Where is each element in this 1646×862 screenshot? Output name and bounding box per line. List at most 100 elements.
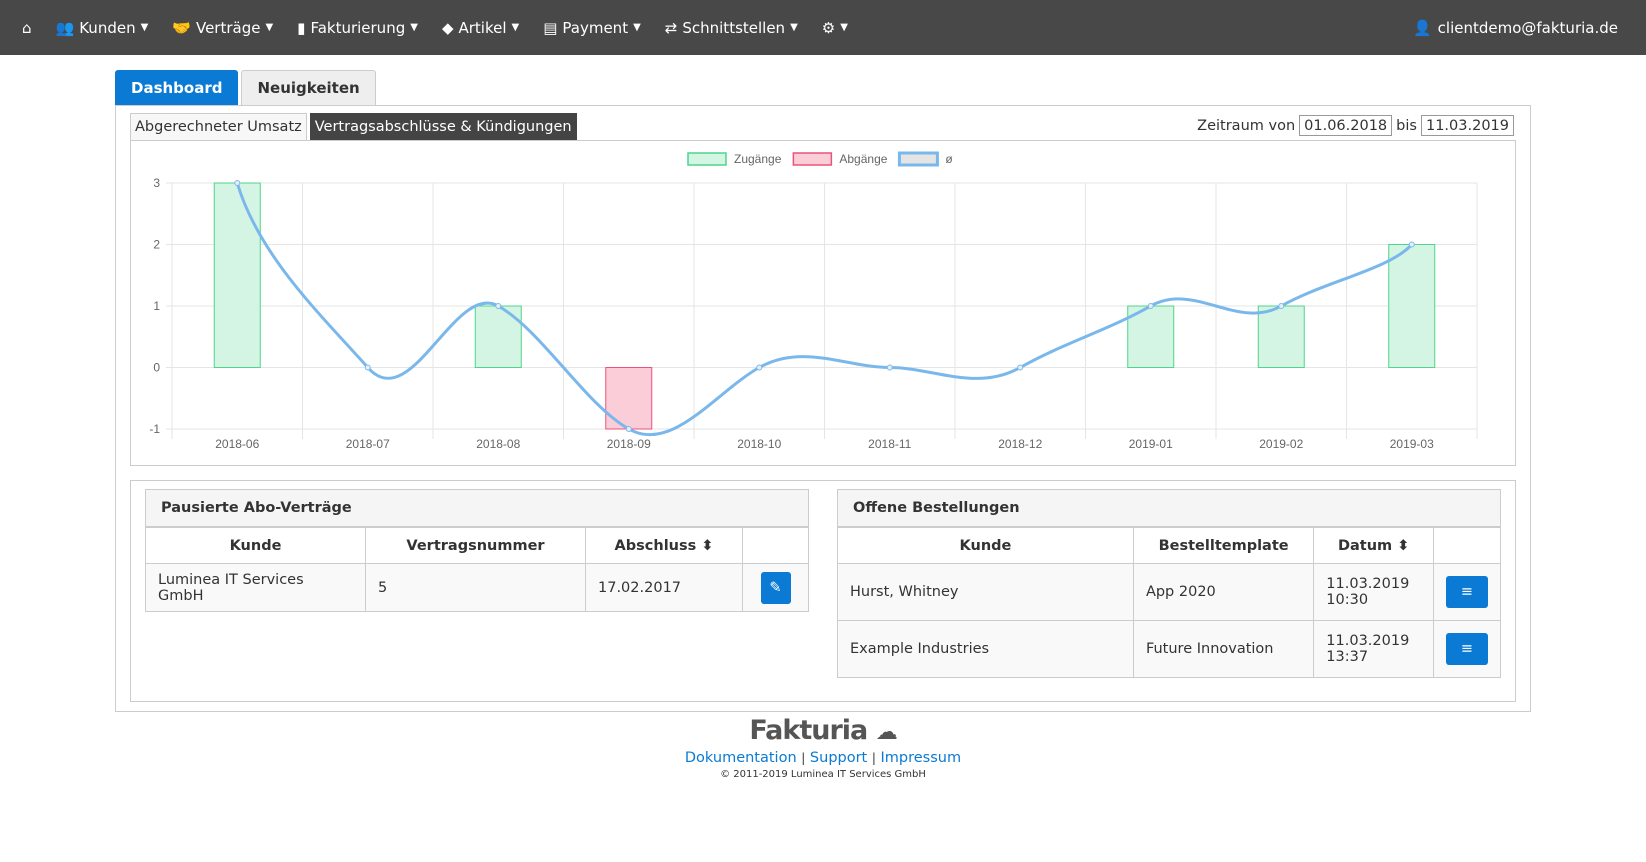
caret-down-icon: ▼ xyxy=(410,22,418,33)
x-tick-label: 2018-11 xyxy=(868,437,911,451)
chart-container: 3 2 1 0 -1 2018-06 2018-07 2018-08 2018-09 2018-1… xyxy=(130,140,1516,466)
caret-down-icon: ▼ xyxy=(265,22,274,33)
cell-datum: 11.03.2019 13:37 xyxy=(1313,620,1434,678)
date-from-input[interactable]: 01.06.2018 xyxy=(1299,115,1393,136)
card-title: Pausierte Abo-Verträge xyxy=(145,489,809,527)
home-icon[interactable]: ⌂ xyxy=(22,19,32,37)
table-row: Example Industries Future Innovation 11.03… xyxy=(837,620,1501,678)
x-tick-label: 2019-02 xyxy=(1259,437,1303,451)
users-icon: 👥 xyxy=(55,18,75,37)
caret-down-icon: ▼ xyxy=(840,22,848,33)
y-tick-label: 1 xyxy=(153,299,160,313)
y-tick-label: 2 xyxy=(153,238,160,252)
y-tick-label: 0 xyxy=(153,361,160,375)
cell-template: App 2020 xyxy=(1132,563,1315,621)
date-to-input[interactable]: 11.03.2019 xyxy=(1420,115,1514,136)
col-abschluss-sort[interactable]: Abschluss ⬍ xyxy=(585,527,743,564)
table-row: Luminea IT Services GmbH 5 17.02.2017 ✎ xyxy=(145,563,809,612)
bar-Zugänge xyxy=(213,182,261,368)
nav-vertraege[interactable]: 🤝 Verträge ▼ xyxy=(172,19,273,37)
nav-settings[interactable]: ⚙ ▼ xyxy=(822,19,848,37)
cell-kunde: Example Industries xyxy=(837,620,1134,678)
cell-template: Future Innovation xyxy=(1132,620,1315,678)
bar-Zugänge xyxy=(1257,305,1305,368)
contracts-chart: 3 2 1 0 -1 2018-06 2018-07 2018-08 2018-09 2018-1… xyxy=(149,151,1478,451)
cell-vertragsnummer: 5 xyxy=(365,563,586,612)
tags-icon: ◆ xyxy=(441,18,454,37)
cell-kunde: Hurst, Whitney xyxy=(837,563,1134,621)
caret-down-icon: ▼ xyxy=(140,22,149,33)
date-range: Zeitraum von 01.06.2018 bis 11.03.2019 xyxy=(1197,115,1514,136)
col-actions xyxy=(742,527,809,564)
link-support[interactable]: Support xyxy=(810,750,867,766)
edit-icon: ✎ xyxy=(769,579,782,596)
open-orders-card: Offene Bestellungen Kunde Bestelltemplate… xyxy=(837,489,1501,678)
x-tick-label: 2018-07 xyxy=(346,437,390,451)
caret-down-icon: ▼ xyxy=(633,22,641,33)
col-bestelltemplate: Bestelltemplate xyxy=(1132,527,1315,564)
y-tick-label: -1 xyxy=(149,422,160,436)
line-point xyxy=(495,303,502,309)
subtab-vertragsabschluesse[interactable]: Vertragsabschlüsse & Kündigungen xyxy=(309,113,577,140)
x-tick-label: 2018-08 xyxy=(476,437,520,451)
credit-card-icon: ▤ xyxy=(543,18,558,37)
copyright: © 2011-2019 Luminea IT Services GmbH xyxy=(720,769,926,780)
legend-label: ø xyxy=(945,152,953,166)
list-icon: ≡ xyxy=(1460,641,1474,657)
user-menu[interactable]: 👤 clientdemo@fakturia.de xyxy=(1413,0,1618,55)
paused-contracts-card: Pausierte Abo-Verträge Kunde Vertragsnumm… xyxy=(145,489,809,612)
cell-kunde: Luminea IT Services GmbH xyxy=(145,563,366,612)
line-point xyxy=(1147,303,1154,309)
handshake-icon: 🤝 xyxy=(172,18,191,37)
legend-swatch xyxy=(687,152,727,166)
user-icon: 👤 xyxy=(1412,18,1432,37)
cloud-printer-icon: ☁ xyxy=(875,720,898,745)
nav-fakturierung[interactable]: ▮ Fakturierung ▼ xyxy=(297,19,418,37)
caret-down-icon: ▼ xyxy=(790,22,798,33)
book-icon: ▮ xyxy=(297,18,306,37)
link-dokumentation[interactable]: Dokumentation xyxy=(685,750,797,766)
line-point xyxy=(1408,241,1415,248)
x-tick-label: 2018-12 xyxy=(998,437,1042,451)
subtab-umsatz[interactable]: Abgerechneter Umsatz xyxy=(130,113,307,140)
link-impressum[interactable]: Impressum xyxy=(881,750,962,766)
col-actions xyxy=(1433,527,1501,564)
nav-kunden[interactable]: 👥 Kunden ▼ xyxy=(56,19,149,37)
col-vertragsnummer: Vertragsnummer xyxy=(365,527,586,564)
time: 10:30 xyxy=(1326,592,1369,608)
date: 11.03.2019 xyxy=(1326,633,1410,649)
edit-button[interactable]: ✎ xyxy=(760,571,791,604)
line-point xyxy=(1278,303,1285,309)
nav-artikel[interactable]: ◆ Artikel ▼ xyxy=(442,19,519,37)
line-point xyxy=(234,180,241,186)
col-kunde: Kunde xyxy=(837,527,1134,564)
exchange-icon: ⇄ xyxy=(664,18,678,37)
list-icon: ≡ xyxy=(1460,584,1474,600)
tab-dashboard[interactable]: Dashboard xyxy=(115,70,239,105)
legend-swatch xyxy=(792,152,833,166)
legend-swatch xyxy=(897,151,939,167)
y-tick-label: 3 xyxy=(153,176,160,190)
caret-down-icon: ▼ xyxy=(511,22,520,33)
col-datum-sort[interactable]: Datum ⬍ xyxy=(1313,527,1434,564)
details-button[interactable]: ≡ xyxy=(1446,576,1488,608)
line-point xyxy=(886,364,893,371)
line-point xyxy=(1017,364,1024,371)
top-navbar: ⌂ 👥 Kunden ▼ 🤝 Verträge ▼ ▮ Fakturierung ▼ ◆ Ar… xyxy=(0,0,1646,55)
x-tick-label: 2018-10 xyxy=(737,437,781,451)
gear-icon: ⚙ xyxy=(821,18,836,37)
time: 13:37 xyxy=(1326,649,1369,665)
table-row: Hurst, Whitney App 2020 11.03.2019 10:30 ≡ xyxy=(837,563,1501,621)
x-tick-label: 2019-03 xyxy=(1390,437,1434,451)
line-point xyxy=(364,364,371,371)
bar-Abgänge xyxy=(605,367,653,430)
cell-abschluss: 17.02.2017 xyxy=(585,563,743,612)
details-button[interactable]: ≡ xyxy=(1446,633,1488,665)
line-point xyxy=(756,364,763,371)
nav-schnittstellen[interactable]: ⇄ Schnittstellen ▼ xyxy=(665,19,798,37)
tab-neuigkeiten[interactable]: Neuigkeiten xyxy=(241,70,376,105)
bar-Zugänge xyxy=(474,305,522,368)
x-tick-label: 2019-01 xyxy=(1129,437,1173,451)
col-kunde: Kunde xyxy=(145,527,366,564)
nav-payment[interactable]: ▤ Payment ▼ xyxy=(543,19,641,37)
